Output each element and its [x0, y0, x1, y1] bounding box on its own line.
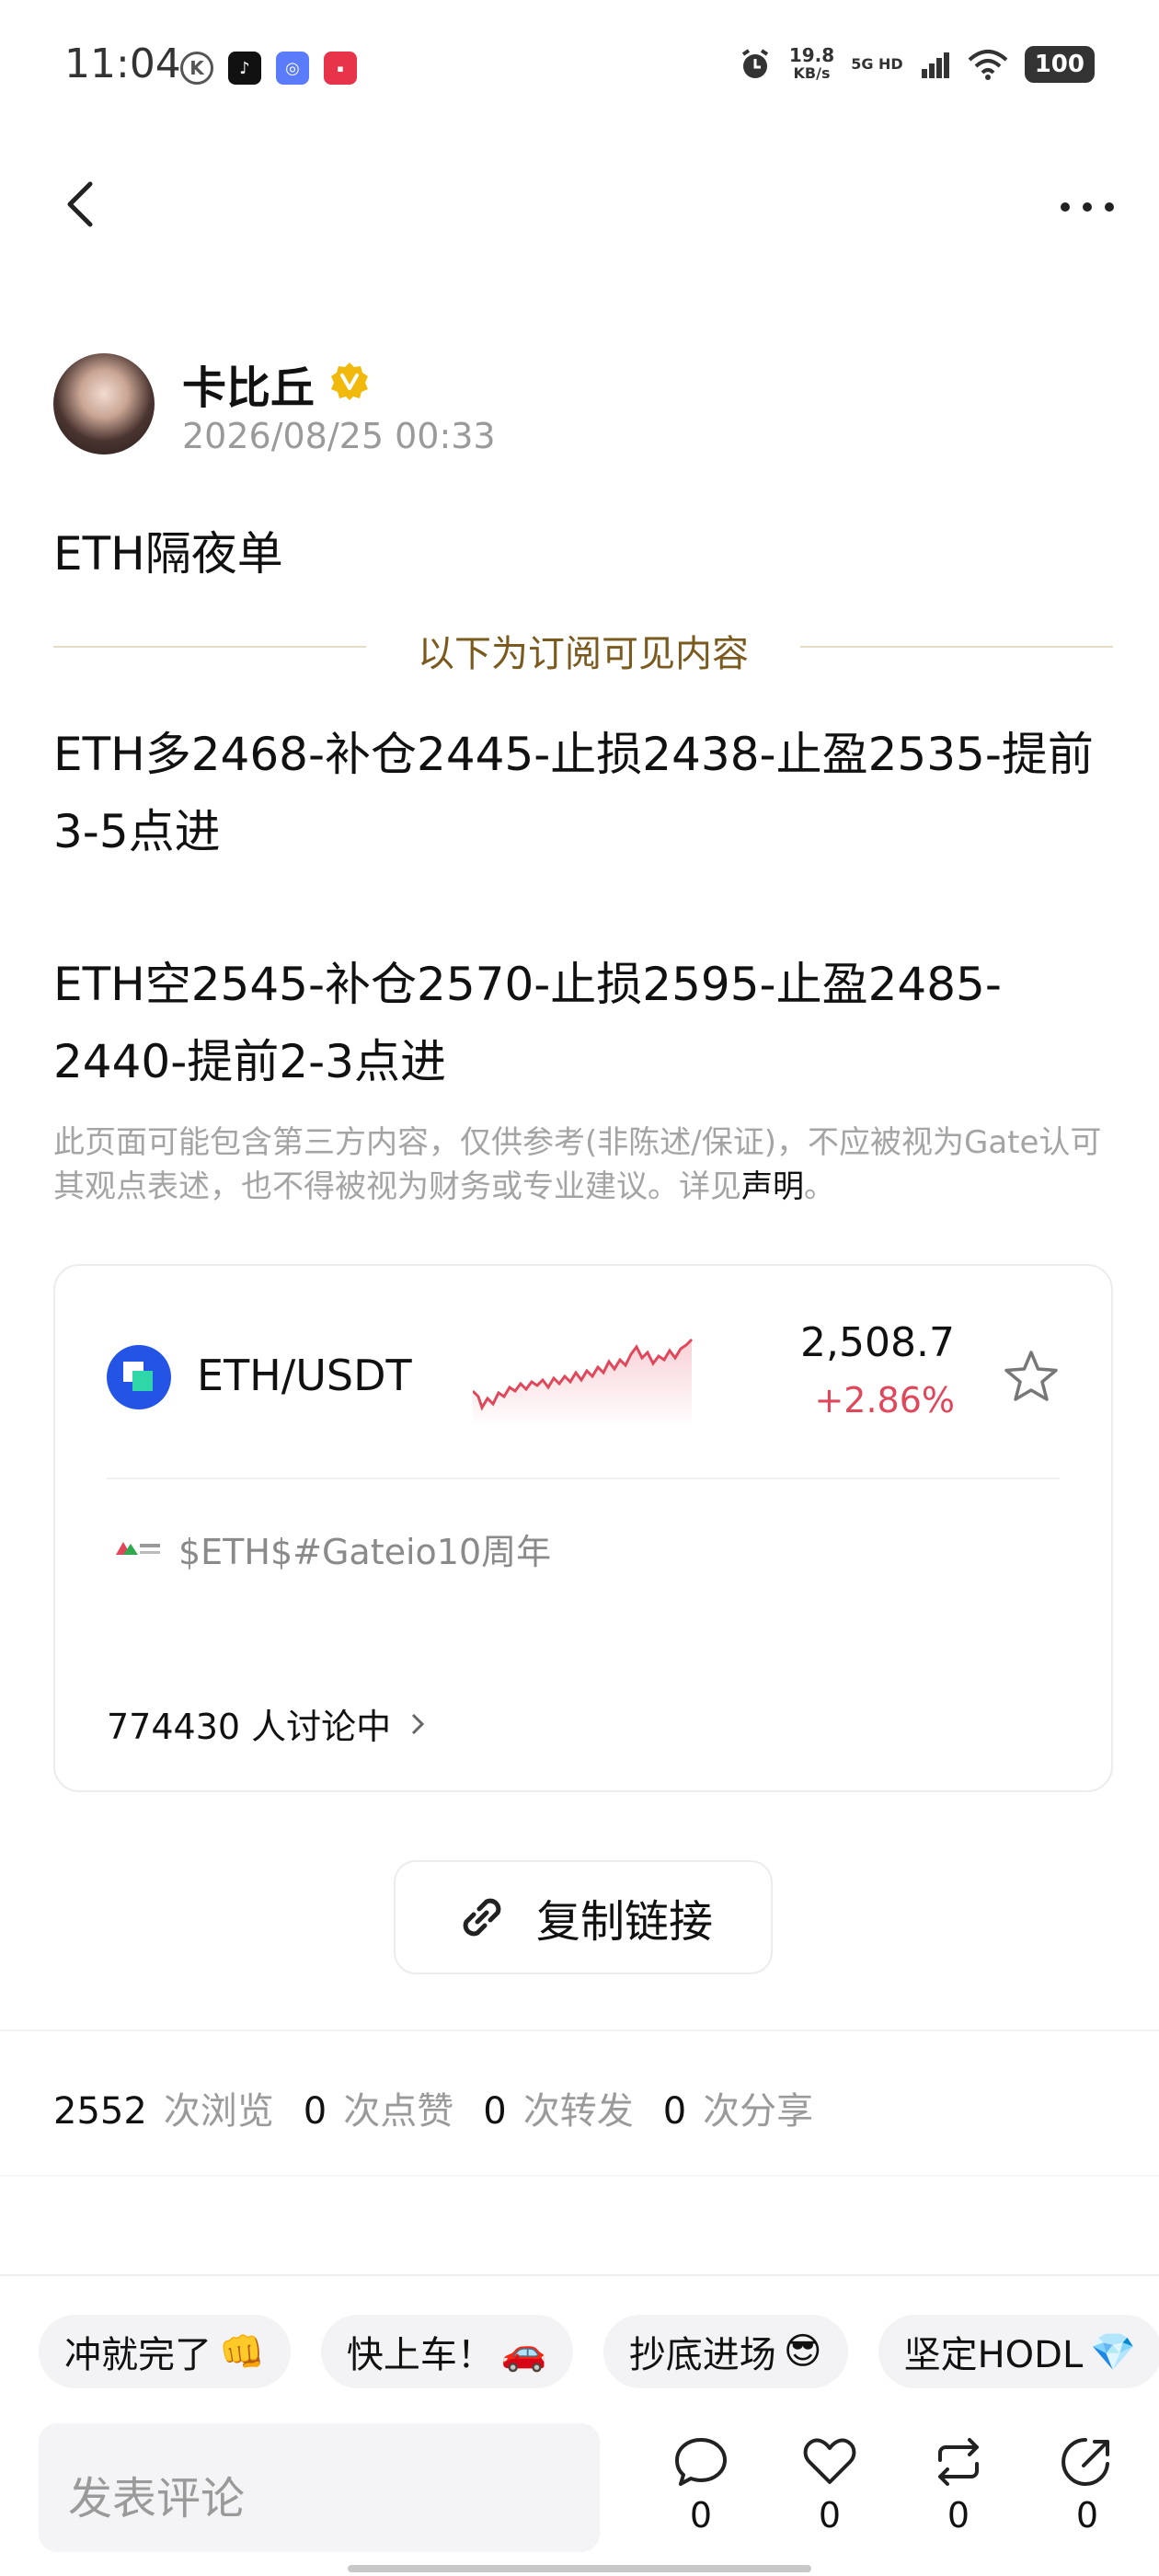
discussion-count: 774430 人讨论中	[107, 1707, 392, 1747]
battery-indicator: 100	[1024, 46, 1095, 83]
like-action[interactable]: 0	[793, 2432, 866, 2552]
like-count: 0	[818, 2495, 842, 2536]
speed-value: 19.8	[788, 44, 835, 66]
quick-reply-emoji: 🚗	[500, 2330, 547, 2374]
reposts-count: 0	[483, 2090, 507, 2133]
network-speed: 19.8 KB/s	[789, 46, 834, 83]
share-icon	[1061, 2438, 1109, 2486]
tiktok-icon: ♪	[228, 52, 261, 85]
source-logo-icon	[116, 1542, 160, 1555]
subscriber-content-divider: 以下为订阅可见内容	[53, 618, 1113, 675]
quick-reply-emoji: 💎	[1090, 2330, 1137, 2374]
quick-reply-chip[interactable]: 坚定HODL 💎	[878, 2315, 1159, 2388]
divider-label: 以下为订阅可见内容	[418, 633, 749, 675]
k-app-icon: K	[180, 52, 213, 85]
comment-count: 0	[689, 2495, 713, 2536]
quick-reply-chip[interactable]: 抄底进场 😎	[602, 2315, 848, 2388]
star-icon[interactable]	[1001, 1347, 1061, 1408]
repost-action[interactable]: 0	[922, 2432, 995, 2552]
reposts-label: 次转发	[522, 2090, 634, 2133]
author-avatar[interactable]	[53, 353, 155, 454]
quick-reply-text: 坚定HODL	[903, 2334, 1084, 2376]
alarm-icon	[741, 49, 768, 78]
post-title: ETH隔夜单	[53, 527, 283, 581]
quick-reply-emoji: 👊	[219, 2330, 265, 2374]
repost-count: 0	[947, 2495, 970, 2536]
share-action[interactable]: 0	[1050, 2432, 1124, 2552]
verified-badge-icon	[331, 362, 368, 400]
system-icons: 19.8 KB/s 5G HD 100	[738, 46, 1095, 83]
network-type: 5G HD	[851, 55, 903, 73]
quick-reply-chip[interactable]: 快上车！ 🚗	[320, 2315, 573, 2388]
views-label: 次浏览	[163, 2090, 274, 2133]
disclaimer-text: 此页面可能包含第三方内容，仅供参考(非陈述/保证)，不应被视为Gate认可其观点…	[53, 1124, 1102, 1205]
discussion-link[interactable]: 774430 人讨论中	[107, 1698, 430, 1749]
quick-reply-chip[interactable]: 冲就完了 👊	[39, 2315, 291, 2388]
red-app-icon: ▪	[324, 52, 357, 85]
notification-icons: K ♪ ◎ ▪	[180, 52, 357, 85]
speed-unit: KB/s	[793, 64, 831, 82]
price-sparkline	[473, 1338, 694, 1428]
shares-count: 0	[662, 2090, 687, 2133]
section-divider	[0, 2030, 1159, 2031]
post-paragraph-short: ETH空2545-补仓2570-止损2595-止盈2485-2440-提前2-3…	[53, 958, 1002, 1088]
wifi-icon	[968, 50, 1008, 80]
market-card[interactable]: ETH/USDT 2,508.7 +2.86% $ETH$#Gateio10周年…	[53, 1264, 1113, 1792]
copy-link-label: 复制链接	[535, 1896, 713, 1948]
home-indicator[interactable]	[348, 2565, 811, 2572]
post-paragraph-long: ETH多2468-补仓2445-止损2438-止盈2535-提前3-5点进	[53, 728, 1094, 858]
section-divider	[0, 2175, 1159, 2177]
likes-label: 次点赞	[343, 2090, 454, 2133]
eth-coin-icon	[107, 1345, 171, 1409]
post-timestamp: 2026/08/25 00:33	[182, 416, 496, 456]
likes-count: 0	[303, 2090, 327, 2133]
copy-link-button[interactable]: 复制链接	[394, 1860, 773, 1974]
quick-reply-text: 冲就完了	[64, 2334, 212, 2376]
status-time: 11:04	[64, 40, 181, 87]
price-change: +2.86%	[814, 1380, 955, 1420]
share-count: 0	[1075, 2495, 1099, 2536]
views-count: 2552	[53, 2090, 147, 2133]
repost-icon	[938, 2438, 979, 2486]
disclaimer-end: 。	[804, 1168, 835, 1205]
post-stats: 2552 次浏览 0 次点赞 0 次转发 0 次分享	[53, 2081, 843, 2134]
comment-action[interactable]: 0	[664, 2432, 738, 2552]
quick-reply-row: 冲就完了 👊 快上车！ 🚗 抄底进场 😎 坚定HODL 💎	[39, 2315, 1159, 2392]
post-tags[interactable]: $ETH$#Gateio10周年	[178, 1524, 551, 1574]
shares-label: 次分享	[703, 2090, 814, 2133]
card-divider	[107, 1478, 1060, 1479]
link-icon	[463, 1898, 501, 1937]
comment-placeholder: 发表评论	[68, 2473, 246, 2524]
signal-icon	[921, 52, 949, 78]
quick-reply-text: 快上车！	[346, 2334, 494, 2376]
chevron-right-icon	[412, 1713, 425, 1734]
more-options-icon[interactable]	[1058, 193, 1117, 221]
quick-reply-text: 抄底进场	[628, 2334, 776, 2376]
comment-input[interactable]: 发表评论	[39, 2423, 600, 2552]
trading-pair[interactable]: ETH/USDT	[197, 1351, 412, 1400]
section-divider	[0, 2274, 1159, 2276]
back-arrow-icon[interactable]	[57, 177, 101, 232]
heart-icon	[803, 2438, 856, 2484]
author-name[interactable]: 卡比丘	[182, 351, 315, 416]
disclaimer-link[interactable]: 声明	[741, 1168, 804, 1205]
comment-icon	[675, 2438, 727, 2486]
quick-reply-emoji: 😎	[783, 2330, 822, 2373]
divider-line-right	[800, 646, 1113, 648]
status-bar: 11:04 K ♪ ◎ ▪ 19.8 KB/s 5G HD 100	[0, 0, 1159, 138]
current-price: 2,508.7	[800, 1319, 955, 1366]
browser-icon: ◎	[276, 52, 309, 85]
disclaimer: 此页面可能包含第三方内容，仅供参考(非陈述/保证)，不应被视为Gate认可其观点…	[53, 1121, 1111, 1209]
